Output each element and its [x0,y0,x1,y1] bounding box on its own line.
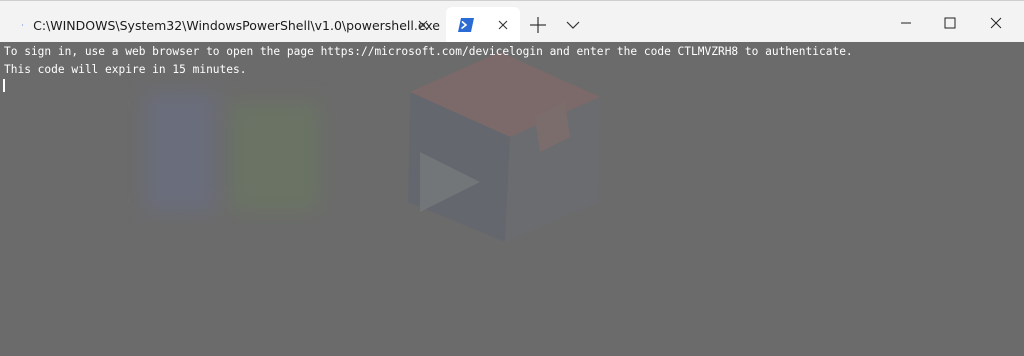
close-tab-button[interactable] [414,16,432,34]
terminal-line: This code will expire in 15 minutes. [4,63,247,76]
powershell-icon [22,24,24,26]
tab-dropdown-button[interactable] [563,15,583,35]
maximize-icon [944,17,956,29]
terminal-cursor [3,79,5,92]
minimize-icon [901,22,911,24]
maximize-button[interactable] [928,9,972,37]
new-tab-button[interactable] [528,15,548,35]
terminal-line: To sign in, use a web browser to open th… [4,45,853,58]
powershell-icon [458,18,474,32]
minimize-button[interactable] [884,9,928,37]
title-bar: C:\WINDOWS\System32\WindowsPowerShell\v1… [0,0,1024,43]
tab-active[interactable] [446,7,520,43]
chevron-down-icon [566,21,580,29]
plus-icon [530,17,546,33]
window-close-button[interactable] [974,9,1018,37]
background-watermark-image [145,52,600,242]
close-icon [418,20,428,30]
tab-powershell[interactable]: C:\WINDOWS\System32\WindowsPowerShell\v1… [12,7,440,43]
close-icon [990,17,1002,29]
terminal-output: To sign in, use a web browser to open th… [4,43,853,79]
close-tab-button[interactable] [494,16,512,34]
terminal-pane[interactable]: To sign in, use a web browser to open th… [0,42,1024,356]
tab-title: C:\WINDOWS\System32\WindowsPowerShell\v1… [33,17,440,33]
close-icon [498,20,508,30]
